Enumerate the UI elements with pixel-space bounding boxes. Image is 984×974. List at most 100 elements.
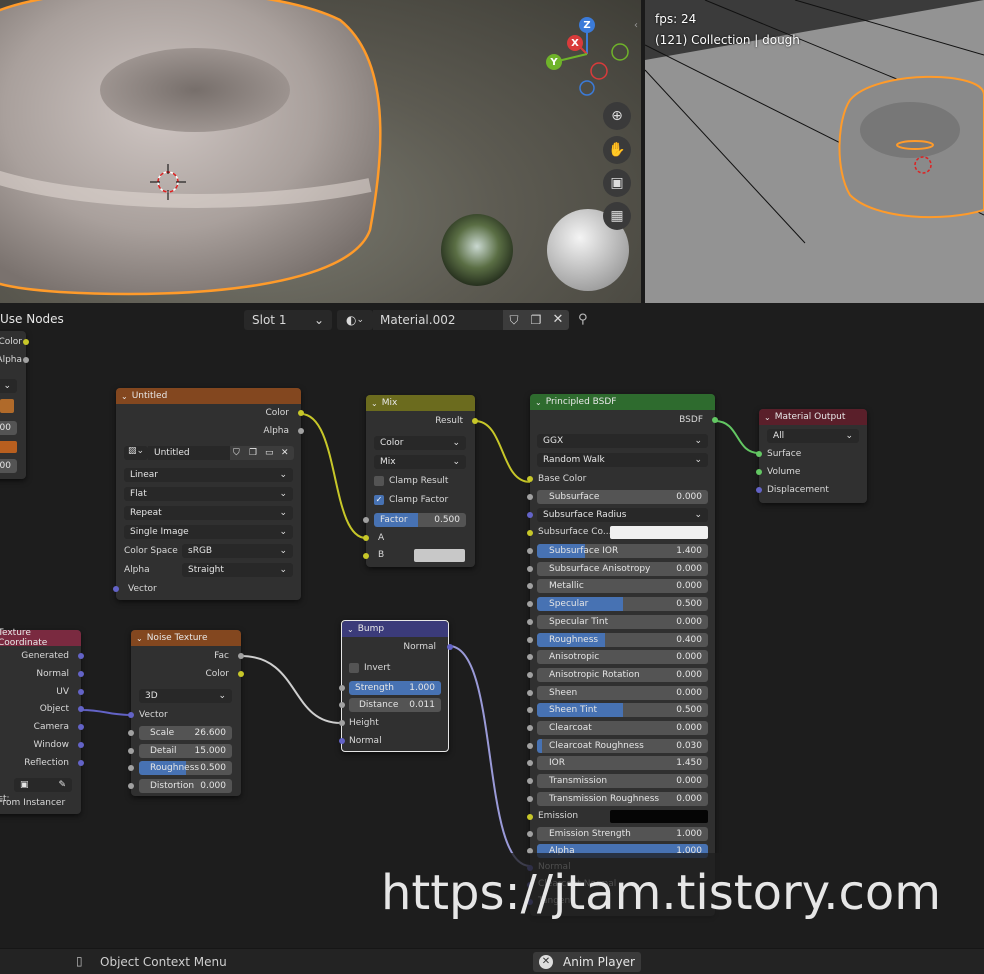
socket-input[interactable] <box>128 783 134 790</box>
socket-input[interactable] <box>527 548 533 554</box>
factor-slider[interactable]: Factor 0.500 <box>374 513 466 527</box>
socket-input[interactable] <box>527 760 533 767</box>
socket-color-out[interactable] <box>238 671 244 677</box>
socket-factor-in[interactable] <box>363 517 369 523</box>
partial-dropdown[interactable]: ⌄ <box>0 379 17 393</box>
clamp-factor-checkbox[interactable]: ✓ Clamp Factor <box>374 495 448 505</box>
mix-node[interactable]: ⌄ Mix Result Color ⌄ Mix ⌄ Clamp Result ✓ Cl… <box>363 395 478 567</box>
colorspace-dropdown[interactable]: sRGB ⌄ <box>182 544 293 558</box>
node-header[interactable]: Texture Coordinate <box>0 628 81 648</box>
bsdf-input-slider[interactable]: Subsurface Anisotropy 0.000 <box>537 561 708 576</box>
socket-volume-in[interactable] <box>756 469 762 475</box>
subsurface-radius-dropdown[interactable]: Subsurface Radius ⌄ <box>537 508 708 522</box>
socket-input[interactable] <box>128 765 134 772</box>
socket-subsurface-in[interactable] <box>527 494 533 500</box>
socket-b-in[interactable] <box>363 553 369 559</box>
blend-mode-dropdown[interactable]: Mix ⌄ <box>374 455 466 469</box>
socket-input[interactable] <box>527 601 533 608</box>
socket-color-out[interactable] <box>298 410 304 416</box>
socket-input[interactable] <box>527 565 533 572</box>
bsdf-input-slider[interactable]: IOR 1.450 <box>537 756 708 771</box>
socket-input[interactable] <box>527 618 533 625</box>
anim-player-button[interactable]: ✕ Anim Player <box>533 952 641 972</box>
socket-input[interactable] <box>527 583 533 590</box>
socket-alpha-out[interactable] <box>23 357 29 363</box>
socket-base-color-in[interactable] <box>527 476 533 482</box>
socket-input[interactable] <box>527 671 533 678</box>
socket-strength-in[interactable] <box>339 685 345 691</box>
bsdf-input-slider[interactable]: Clearcoat 0.000 <box>537 721 708 735</box>
viewport-camera[interactable]: fps: 24 (121) Collection | dough <box>645 0 984 303</box>
gizmo-y-axis[interactable]: Y <box>546 54 562 70</box>
socket-input[interactable] <box>527 689 533 696</box>
bsdf-input-slider[interactable]: Anisotropic 0.000 <box>537 650 708 665</box>
material-output-node[interactable]: ⌄ Material Output All ⌄ Surface Volume Dis… <box>756 409 867 503</box>
noise-input-slider[interactable]: Detail 15.000 <box>139 743 232 758</box>
socket-surface-in[interactable] <box>756 451 762 457</box>
bsdf-input-slider[interactable]: Transmission Roughness 0.000 <box>537 791 708 806</box>
distance-slider[interactable]: Distance 0.011 <box>349 698 441 712</box>
distribution-dropdown[interactable]: GGX ⌄ <box>537 434 708 448</box>
folder-icon[interactable]: ▭ <box>262 446 278 460</box>
bsdf-input-slider[interactable]: Specular 0.500 <box>537 597 708 612</box>
socket-output[interactable] <box>78 653 84 659</box>
viewport-material-preview[interactable]: Z X Y ⊕ ✋ ▣ ▦ <box>0 0 641 303</box>
collapse-arrow-icon[interactable]: ‹ <box>634 20 638 31</box>
socket-subsurface-radius-in[interactable] <box>527 512 533 518</box>
socket-bsdf-out[interactable] <box>712 417 718 423</box>
socket-a-in[interactable] <box>363 535 369 541</box>
socket-displacement-in[interactable] <box>756 487 762 493</box>
socket-input[interactable] <box>527 707 533 714</box>
bsdf-input-slider[interactable]: Roughness 0.400 <box>537 632 708 647</box>
subsurface-slider[interactable]: Subsurface 0.000 <box>537 490 708 504</box>
socket-normal-in[interactable] <box>339 738 345 744</box>
socket-input[interactable] <box>128 730 134 736</box>
socket-output[interactable] <box>78 688 84 695</box>
noise-input-slider[interactable]: Distortion 0.000 <box>139 779 232 794</box>
zoom-icon[interactable]: ⊕ <box>603 102 631 130</box>
bsdf-input-slider[interactable]: Transmission 0.000 <box>537 774 708 789</box>
bsdf-input-slider[interactable]: Sheen 0.000 <box>537 685 708 700</box>
socket-input[interactable] <box>527 795 533 802</box>
node-header[interactable]: ⌄ Untitled <box>116 388 301 404</box>
clamp-result-checkbox[interactable]: Clamp Result <box>374 476 448 486</box>
socket-vector-in[interactable] <box>113 586 119 592</box>
socket-input[interactable] <box>527 830 533 837</box>
color-swatch[interactable] <box>0 399 14 413</box>
alpha-dropdown[interactable]: Straight ⌄ <box>182 563 293 577</box>
socket-fac-out[interactable] <box>238 653 244 659</box>
socket-subsurface-color-in[interactable] <box>527 530 533 536</box>
bsdf-input-slider[interactable]: Specular Tint 0.000 <box>537 614 708 629</box>
strength-slider[interactable]: Strength 1.000 <box>349 681 441 695</box>
close-icon[interactable]: ✕ <box>278 446 294 460</box>
socket-emission-in[interactable] <box>527 813 533 820</box>
interpolation-dropdown[interactable]: Linear ⌄ <box>124 468 293 482</box>
partial-value[interactable]: 00 <box>0 459 17 473</box>
socket-input[interactable] <box>527 725 533 731</box>
socket-input[interactable] <box>527 636 533 643</box>
bsdf-input-slider[interactable]: Anisotropic Rotation 0.000 <box>537 667 708 682</box>
partial-value[interactable]: 00 <box>0 421 17 435</box>
image-browse-icon[interactable]: ▨⌄ <box>124 446 148 460</box>
shield-icon[interactable]: ⛉ <box>230 446 246 460</box>
texture-coordinate-node[interactable]: Texture Coordinate Generated Normal UV Obje… <box>0 628 84 814</box>
socket-input[interactable] <box>128 747 134 754</box>
sss-method-dropdown[interactable]: Random Walk ⌄ <box>537 453 708 467</box>
camera-icon[interactable]: ▣ <box>603 169 631 197</box>
noise-input-slider[interactable]: Roughness 0.500 <box>139 761 232 776</box>
grid-perspective-icon[interactable]: ▦ <box>603 202 631 230</box>
socket-result-out[interactable] <box>472 418 478 424</box>
subsurface-color-swatch[interactable] <box>610 526 708 539</box>
socket-alpha-out[interactable] <box>298 428 304 434</box>
duplicate-icon[interactable]: ❐ <box>246 446 262 460</box>
node-header[interactable]: ⌄ Material Output <box>759 409 867 425</box>
data-type-dropdown[interactable]: Color ⌄ <box>374 436 466 450</box>
socket-height-in[interactable] <box>339 720 345 726</box>
projection-dropdown[interactable]: Flat ⌄ <box>124 487 293 501</box>
color-swatch[interactable] <box>0 441 17 453</box>
socket-normal-out[interactable] <box>447 644 453 650</box>
node-header[interactable]: ⌄ Mix <box>366 395 475 411</box>
gizmo-z-axis[interactable]: Z <box>579 17 595 33</box>
socket-distance-in[interactable] <box>339 702 345 708</box>
shader-node-editor[interactable]: Use Nodes Slot 1 ⌄ ◐ ⌄ Material.002 ⛉ ❐ ✕ … <box>0 306 984 946</box>
